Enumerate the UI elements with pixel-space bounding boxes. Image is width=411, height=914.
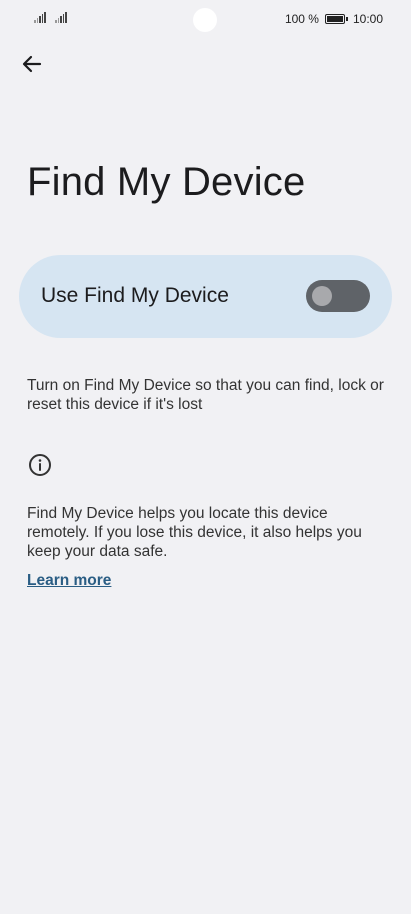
info-icon	[29, 454, 51, 476]
signal-icon	[55, 12, 67, 23]
battery-icon	[324, 14, 348, 24]
signal-icon	[34, 12, 46, 23]
find-my-device-screen: 100 % 10:00 Find My Device Use Find My D…	[0, 0, 411, 914]
camera-cutout	[193, 8, 217, 32]
use-find-my-device-switch[interactable]	[306, 280, 370, 312]
description-text: Turn on Find My Device so that you can f…	[27, 377, 384, 413]
toggle-label: Use Find My Device	[41, 284, 229, 307]
learn-more-link[interactable]: Learn more	[27, 572, 111, 590]
page-title: Find My Device	[27, 160, 306, 204]
switch-knob	[312, 286, 332, 306]
status-bar: 100 % 10:00	[0, 0, 411, 40]
back-button[interactable]	[18, 50, 46, 78]
clock: 10:00	[352, 12, 383, 26]
use-find-my-device-toggle-card[interactable]: Use Find My Device	[19, 255, 392, 338]
info-text: Find My Device helps you locate this dev…	[27, 505, 362, 560]
battery-percent: 100 %	[284, 12, 319, 26]
arrow-left-icon	[22, 55, 42, 73]
status-right: 100 % 10:00	[285, 12, 383, 26]
